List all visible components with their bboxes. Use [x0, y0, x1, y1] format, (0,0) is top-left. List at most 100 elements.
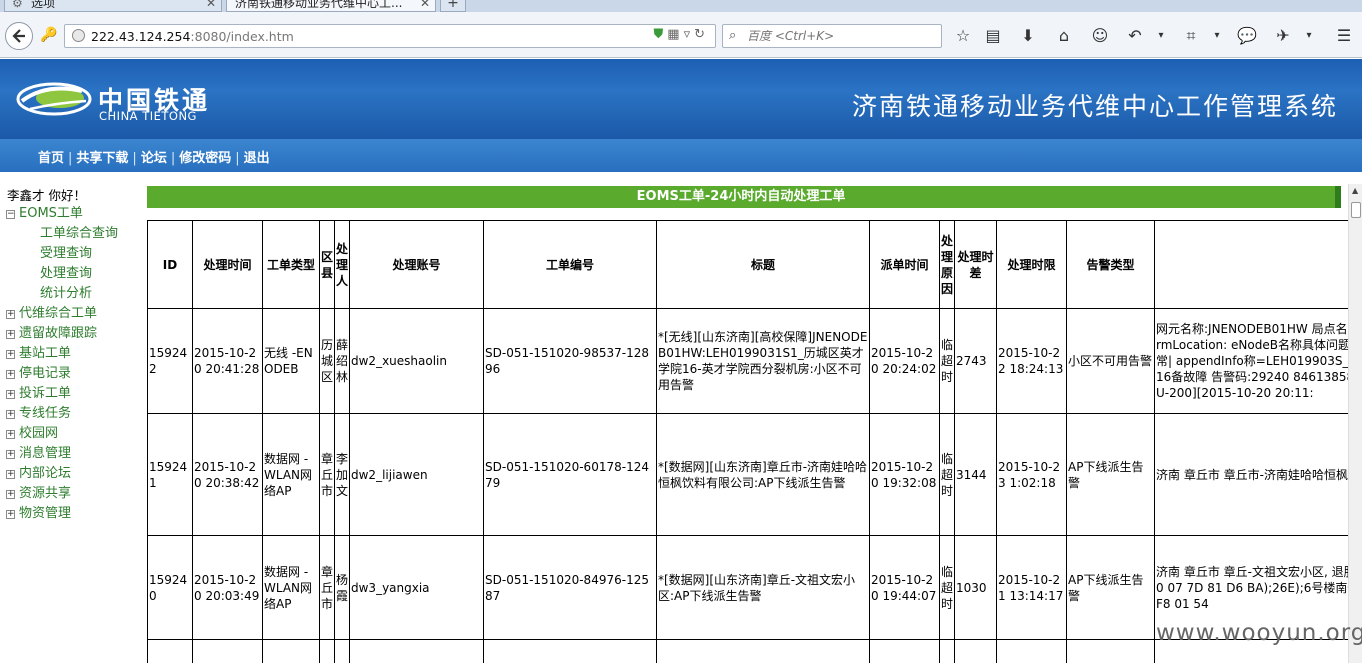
sidebar-subitem-process-query[interactable]: 处理查询 — [40, 262, 92, 281]
chevron-down-icon[interactable]: ▾ — [1150, 26, 1172, 48]
expand-icon[interactable]: + — [6, 390, 15, 399]
sidebar-item-internal-forum[interactable]: + 内部论坛 — [6, 462, 71, 481]
sidebar-item-campus-network[interactable]: + 校园网 — [6, 422, 58, 441]
sidebar-subitem-statistics[interactable]: 统计分析 — [40, 282, 92, 301]
site-banner: 中国铁通 CHINA TIETONG 济南铁通移动业务代维中心工作管理系统 — [0, 59, 1362, 139]
sidebar-item-eoms[interactable]: − EOMS工单 — [6, 202, 83, 221]
expand-icon[interactable]: + — [6, 410, 15, 419]
column-header: 标题 — [656, 220, 870, 309]
dropdown-icon[interactable]: ▿ — [684, 27, 695, 42]
sidebar-item-label: 专线任务 — [19, 406, 72, 421]
sidebar-item-label: 遗留故障跟踪 — [19, 326, 98, 341]
scrollbar-thumb[interactable] — [1351, 202, 1361, 218]
reading-list-icon[interactable]: ▤ — [982, 26, 1004, 48]
table-row[interactable]: 159242 2015-10-20 20:41:28 无线 -ENODEB 历城… — [147, 308, 1348, 414]
sidebar-item-complaints[interactable]: + 投诉工单 — [6, 382, 71, 401]
bookmark-star-icon[interactable]: ☆ — [952, 26, 974, 48]
collapse-icon[interactable]: − — [6, 210, 15, 219]
chat-bubble-icon[interactable]: 💬 — [1236, 26, 1258, 48]
expand-icon[interactable]: + — [6, 310, 15, 319]
column-header: 处理时限 — [996, 220, 1067, 309]
expand-icon[interactable]: + — [6, 430, 15, 439]
expand-icon[interactable]: + — [6, 510, 15, 519]
expand-icon[interactable]: + — [6, 490, 15, 499]
vertical-scrollbar[interactable]: ▲ — [1348, 184, 1362, 663]
chevron-down-icon[interactable]: ▾ — [1298, 26, 1320, 48]
sidebar-item-power-outage[interactable]: + 停电记录 — [6, 362, 71, 381]
menu-shared-download[interactable]: 共享下载 — [76, 151, 128, 166]
table-row[interactable]: 159241 2015-10-20 20:38:42 数据网 -WLAN网络AP… — [147, 413, 1348, 536]
sidebar-item-messages[interactable]: + 消息管理 — [6, 442, 71, 461]
top-menu: 首页 | 共享下载 | 论坛 | 修改密码 | 退出 — [38, 147, 270, 166]
sidebar-item-resource-sharing[interactable]: + 资源共享 — [6, 482, 71, 501]
chevron-down-icon[interactable]: ▾ — [1206, 26, 1228, 48]
url-path: :8080/index.htm — [190, 29, 294, 44]
logo-english-text: CHINA TIETONG — [99, 109, 197, 123]
reload-icon[interactable]: ↻ — [694, 27, 709, 42]
expand-icon[interactable]: + — [6, 470, 15, 479]
expand-icon[interactable]: + — [6, 370, 15, 379]
download-icon[interactable]: ⬇ — [1017, 26, 1039, 48]
url-text[interactable]: 222.43.124.254:8080/index.htm — [91, 29, 294, 44]
cell-title: *[数据网][山东济南]章丘-文祖文宏小区:AP下线派生告警 — [656, 535, 870, 640]
back-button[interactable] — [5, 22, 33, 50]
sidebar-item-base-station[interactable]: + 基站工单 — [6, 342, 71, 361]
cell-district: 章丘市 — [319, 413, 335, 536]
sidebar-item-fault-tracking[interactable]: + 遗留故障跟踪 — [6, 322, 97, 341]
bug-icon[interactable]: ✈ — [1272, 26, 1294, 48]
browser-tab-options[interactable]: ⚙ 选项 ✕ — [4, 0, 222, 12]
menu-forum[interactable]: 论坛 — [141, 151, 167, 166]
column-header: 区县 — [319, 220, 335, 309]
cell-order-type: 无线 -ENODEB — [262, 308, 320, 414]
scroll-up-icon[interactable]: ▲ — [1352, 186, 1358, 195]
expand-icon[interactable]: + — [6, 330, 15, 339]
menu-change-password[interactable]: 修改密码 — [179, 151, 231, 166]
cell-id: 159240 — [147, 535, 193, 640]
close-icon[interactable]: ✕ — [420, 0, 430, 11]
qr-code-icon[interactable]: ▦ — [667, 27, 683, 42]
cell-reason: 临超时 — [939, 308, 955, 414]
shield-icon[interactable]: ⛊ — [654, 27, 668, 42]
sidebar-item-materials[interactable]: + 物资管理 — [6, 502, 71, 521]
crop-icon[interactable]: ⌗ — [1180, 26, 1202, 48]
tab-label: 济南铁通移动业务代维中心工... — [235, 0, 403, 10]
menu-home[interactable]: 首页 — [38, 151, 64, 166]
menu-separator: | — [132, 151, 137, 166]
undo-icon[interactable]: ↶ — [1124, 26, 1146, 48]
sidebar-item-label: 基站工单 — [19, 346, 72, 361]
cell-id: 159242 — [147, 308, 193, 414]
hamburger-menu-icon[interactable]: ☰ — [1333, 26, 1355, 48]
search-input[interactable] — [747, 28, 937, 44]
top-menu-bar: 首页 | 共享下载 | 论坛 | 修改密码 | 退出 — [0, 139, 1362, 172]
sidebar-item-label: 消息管理 — [19, 446, 72, 461]
sidebar-item-label: 内部论坛 — [19, 466, 72, 481]
home-icon[interactable]: ⌂ — [1053, 26, 1075, 48]
cell-order-number: SD-051-151020-98537-12896 — [483, 308, 657, 414]
search-box[interactable]: ⌕ — [722, 24, 942, 48]
globe-icon — [72, 29, 85, 42]
close-icon[interactable]: ✕ — [206, 0, 216, 11]
sidebar-item-maintenance[interactable]: + 代维综合工单 — [6, 302, 97, 321]
sidebar-subitem-accept-query[interactable]: 受理查询 — [40, 242, 92, 261]
menu-logout[interactable]: 退出 — [244, 151, 270, 166]
cell-title: *[无线][山东济南][高校保障]JNENODEB01HW:LEH0199031… — [656, 308, 870, 414]
browser-navigation-bar: 🔑 222.43.124.254:8080/index.htm ⛊▦▿↻ ⌕ ☆… — [0, 12, 1362, 58]
expand-icon[interactable]: + — [6, 450, 15, 459]
expand-icon[interactable]: + — [6, 350, 15, 359]
sidebar-subitem-order-query[interactable]: 工单综合查询 — [40, 222, 118, 241]
key-icon[interactable]: 🔑 — [40, 27, 57, 43]
cell-deadline: 2015-10-22 18:24:13 — [996, 308, 1067, 414]
column-header: 处理时间 — [192, 220, 263, 309]
new-tab-button[interactable]: + — [440, 0, 466, 12]
china-tietong-logo-icon — [16, 82, 92, 116]
cell-handler: 杨霞 — [334, 535, 350, 640]
menu-separator: | — [68, 151, 73, 166]
url-bar[interactable]: 222.43.124.254:8080/index.htm ⛊▦▿↻ — [64, 24, 716, 48]
cell-id: 159241 — [147, 413, 193, 536]
cell-order-number: SD-051-151020-84976-12587 — [483, 535, 657, 640]
browser-tab-current[interactable]: 济南铁通移动业务代维中心工... ✕ — [226, 0, 436, 12]
sidebar-item-label: 物资管理 — [19, 506, 72, 521]
sidebar-item-dedicated-line[interactable]: + 专线任务 — [6, 402, 71, 421]
column-header: ID — [147, 220, 193, 309]
smiley-icon[interactable]: ☺ — [1089, 26, 1111, 48]
